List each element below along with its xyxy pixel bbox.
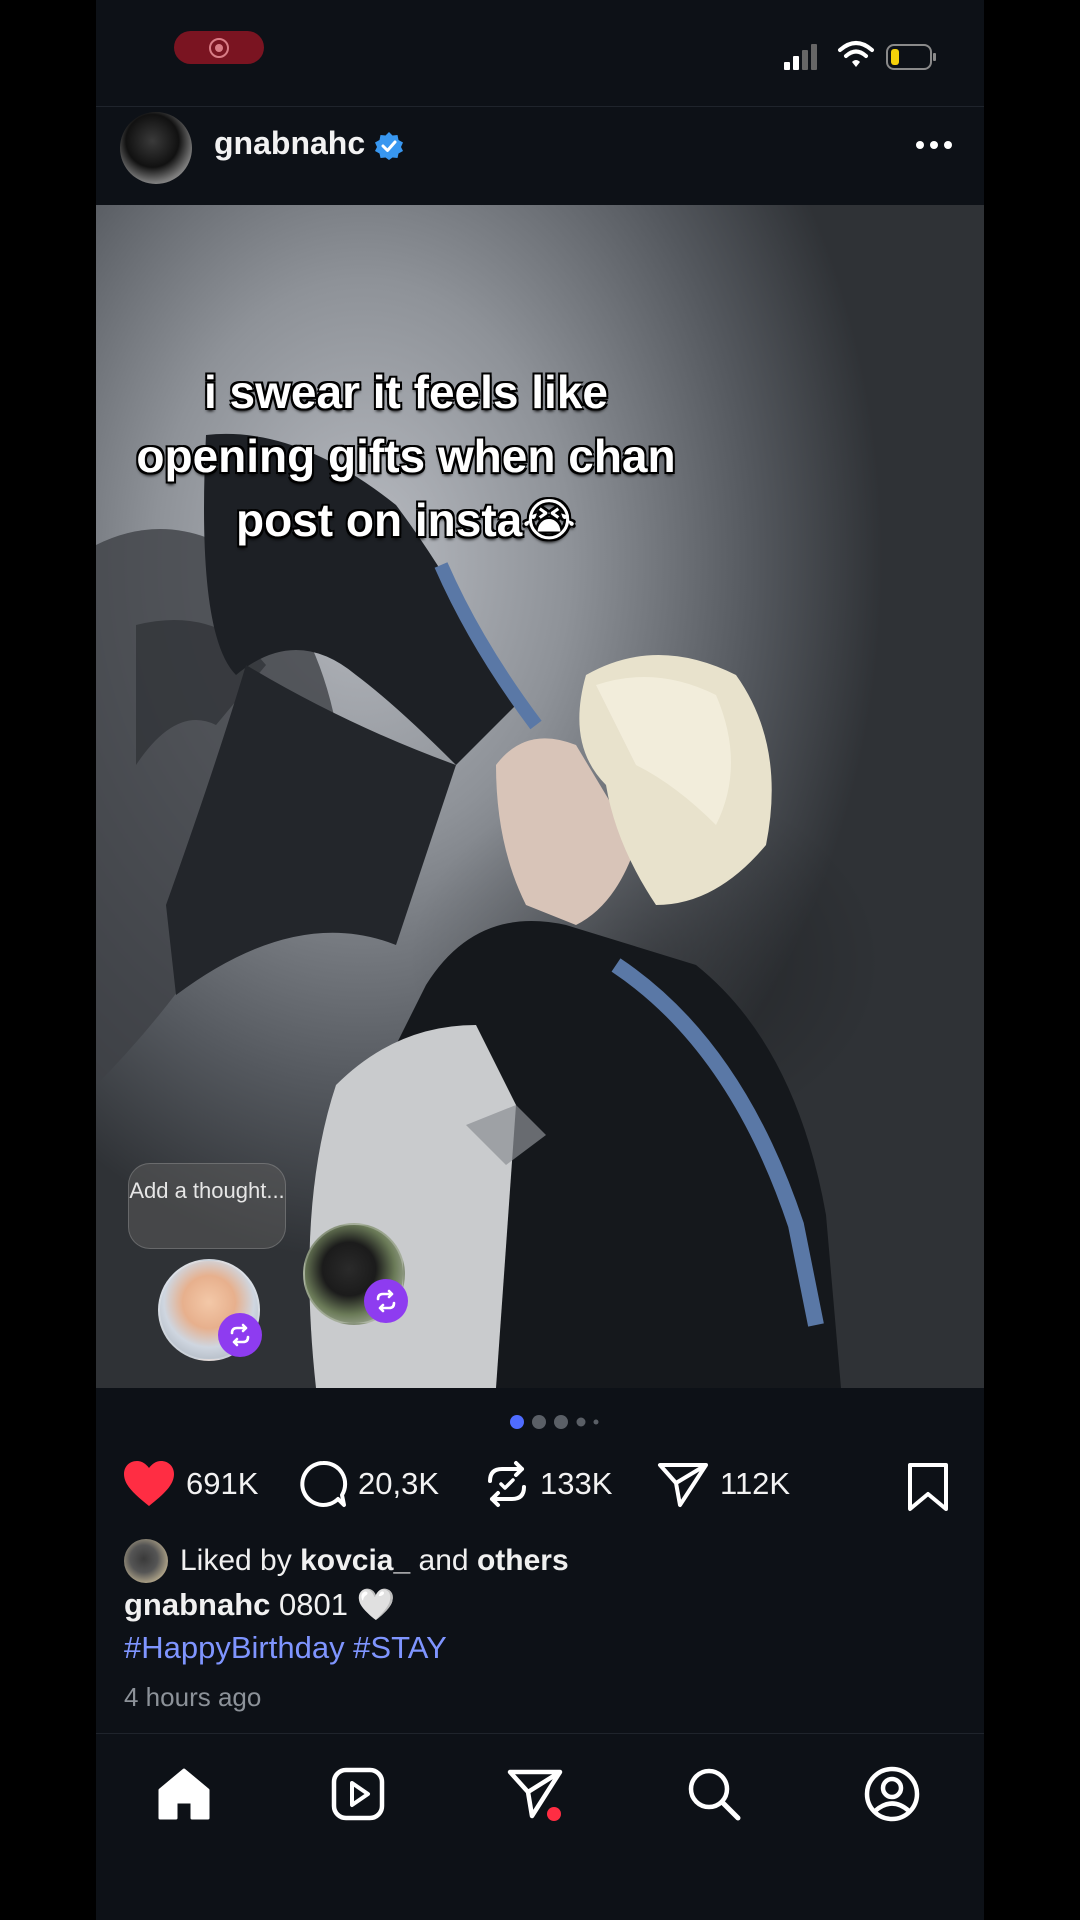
caption-overlay: i swear it feels like opening gifts when… <box>136 366 676 546</box>
app-screen: gnabnahc i swear it feels like opening g… <box>96 0 984 1920</box>
add-thought-bubble[interactable]: Add a thought... <box>128 1163 286 1249</box>
comment-button[interactable]: 20,3K <box>298 1456 439 1512</box>
status-bar <box>96 0 984 105</box>
post-actions: 691K 20,3K 133K 112K <box>96 1456 984 1512</box>
caption-text: 0801 🤍 <box>279 1587 396 1622</box>
carousel-dot <box>576 1417 586 1427</box>
post-username[interactable]: gnabnahc <box>214 125 365 162</box>
repost-count: 133K <box>540 1466 613 1501</box>
record-icon <box>209 37 229 58</box>
messages-icon[interactable] <box>506 1764 566 1824</box>
post-header: gnabnahc <box>96 106 984 207</box>
caption-username[interactable]: gnabnahc <box>124 1587 270 1622</box>
carousel-dot <box>593 1419 599 1425</box>
hashtags[interactable]: #HappyBirthday #STAY <box>124 1630 447 1666</box>
screen-recording-indicator[interactable] <box>174 31 264 64</box>
post-time: 4 hours ago <box>124 1682 262 1712</box>
search-icon[interactable] <box>684 1764 744 1824</box>
bookmark-icon[interactable] <box>906 1462 950 1512</box>
notification-dot <box>547 1807 561 1821</box>
repost-badge-icon <box>218 1313 262 1357</box>
share-count: 112K <box>720 1466 791 1501</box>
liked-by-user[interactable]: kovcia_ <box>300 1544 410 1578</box>
home-icon[interactable] <box>154 1764 214 1824</box>
comment-icon <box>300 1460 348 1507</box>
more-icon[interactable] <box>914 135 954 155</box>
carousel-dot-active <box>510 1415 524 1429</box>
liked-by-others[interactable]: others <box>477 1544 569 1578</box>
like-button[interactable]: 691K <box>122 1456 258 1512</box>
heart-icon <box>124 1461 174 1506</box>
repost-badge-icon <box>364 1279 408 1323</box>
repost-icon <box>488 1461 526 1507</box>
liked-by-avatar <box>124 1539 168 1583</box>
signal-icon <box>784 44 817 70</box>
like-count: 691K <box>186 1466 259 1501</box>
avatar[interactable] <box>120 112 192 184</box>
liked-by-prefix: Liked by <box>180 1544 292 1577</box>
profile-icon[interactable] <box>862 1764 922 1824</box>
bottom-nav <box>96 1733 984 1854</box>
post-caption: gnabnahc 0801 🤍 <box>124 1586 395 1623</box>
share-button[interactable]: 112K <box>656 1456 790 1512</box>
liked-by-line[interactable]: Liked by kovcia_ and others <box>124 1538 569 1584</box>
post-image[interactable]: i swear it feels like opening gifts when… <box>96 205 984 1388</box>
carousel-dot <box>554 1415 568 1429</box>
reels-icon[interactable] <box>328 1764 388 1824</box>
wifi-icon <box>838 41 874 67</box>
carousel-indicator <box>510 1415 599 1429</box>
carousel-dot <box>532 1415 546 1429</box>
share-icon <box>658 1463 708 1507</box>
repost-button[interactable]: 133K <box>484 1456 612 1512</box>
liked-by-and: and <box>418 1544 469 1577</box>
battery-icon <box>886 44 936 70</box>
comment-count: 20,3K <box>358 1466 440 1501</box>
verified-badge-icon <box>375 132 403 160</box>
